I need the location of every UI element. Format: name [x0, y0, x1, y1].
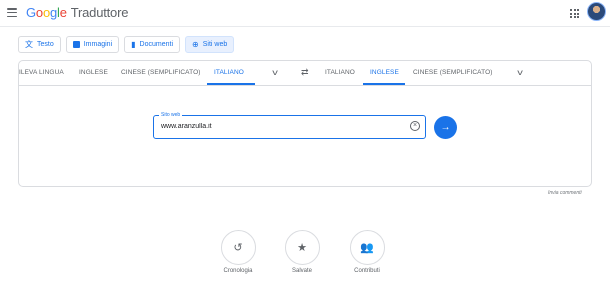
target-lang-english[interactable]: INGLESE: [370, 69, 399, 76]
brand-logo: Google: [26, 5, 67, 20]
mode-label: Testo: [37, 41, 54, 48]
website-field: Sito web ×: [153, 111, 426, 139]
history-label: Cronologia: [223, 268, 253, 274]
target-selected-indicator: [363, 83, 405, 85]
main-menu-icon[interactable]: [7, 8, 17, 17]
history-action: ↺ Cronologia: [208, 230, 268, 274]
header-divider: [0, 26, 610, 27]
source-lang-more-chevron-icon[interactable]: v: [272, 68, 278, 77]
mode-label: Immagini: [83, 41, 113, 48]
mode-label: Documenti: [139, 41, 174, 48]
contributions-button[interactable]: 👥: [349, 230, 385, 265]
mode-button-websites[interactable]: ⊕ Siti web: [185, 36, 235, 53]
source-selected-indicator: [207, 83, 255, 85]
people-icon: 👥: [360, 242, 374, 254]
bottom-actions: ↺ Cronologia ★ Salvate 👥 Contributi: [0, 230, 610, 280]
document-icon: ▮: [131, 39, 136, 49]
clear-input-icon[interactable]: ×: [410, 121, 420, 131]
source-lang-english[interactable]: INGLESE: [79, 69, 108, 76]
saved-action: ★ Salvate: [272, 230, 332, 274]
source-lang-detect[interactable]: ILEVA LINGUA: [19, 69, 64, 76]
mode-button-text[interactable]: 文 Testo: [18, 36, 61, 53]
translate-icon: 文: [25, 39, 33, 49]
mode-label: Siti web: [202, 41, 228, 48]
language-bar: ILEVA LINGUA INGLESE CINESE (SEMPLIFICAT…: [19, 61, 591, 86]
translation-card: ILEVA LINGUA INGLESE CINESE (SEMPLIFICAT…: [18, 60, 592, 187]
saved-button[interactable]: ★: [284, 230, 320, 265]
source-lang-chinese[interactable]: CINESE (SEMPLIFICATO): [121, 69, 201, 76]
google-translate-logo[interactable]: Google Traduttore: [26, 5, 128, 20]
target-lang-more-chevron-icon[interactable]: v: [517, 68, 523, 77]
arrow-right-icon: →: [440, 122, 451, 133]
globe-icon: ⊕: [192, 39, 199, 49]
mode-tabs: 文 Testo Immagini ▮ Documenti ⊕ Siti web: [18, 36, 235, 53]
history-icon: ↺: [233, 242, 243, 254]
swap-languages-icon[interactable]: ⇄: [301, 67, 309, 78]
source-lang-italian[interactable]: ITALIANO: [214, 69, 244, 76]
contributions-action: 👥 Contributi: [337, 230, 397, 274]
saved-label: Salvate: [291, 268, 312, 274]
send-feedback-link[interactable]: Invia commenti: [548, 190, 582, 196]
apps-grid-icon[interactable]: [570, 9, 579, 18]
account-avatar[interactable]: [587, 2, 606, 21]
translate-website-button[interactable]: →: [434, 116, 457, 139]
image-icon: [72, 41, 80, 48]
website-input[interactable]: [161, 116, 401, 137]
product-name: Traduttore: [70, 5, 129, 20]
top-bar: Google Traduttore: [0, 0, 610, 26]
mode-button-images[interactable]: Immagini: [65, 36, 120, 53]
history-button[interactable]: ↺: [220, 230, 256, 265]
star-icon: ★: [297, 242, 307, 254]
contributions-label: Contributi: [354, 268, 380, 274]
target-lang-chinese[interactable]: CINESE (SEMPLIFICATO): [413, 69, 493, 76]
mode-button-documents[interactable]: ▮ Documenti: [124, 36, 181, 53]
target-lang-italian[interactable]: ITALIANO: [325, 69, 355, 76]
